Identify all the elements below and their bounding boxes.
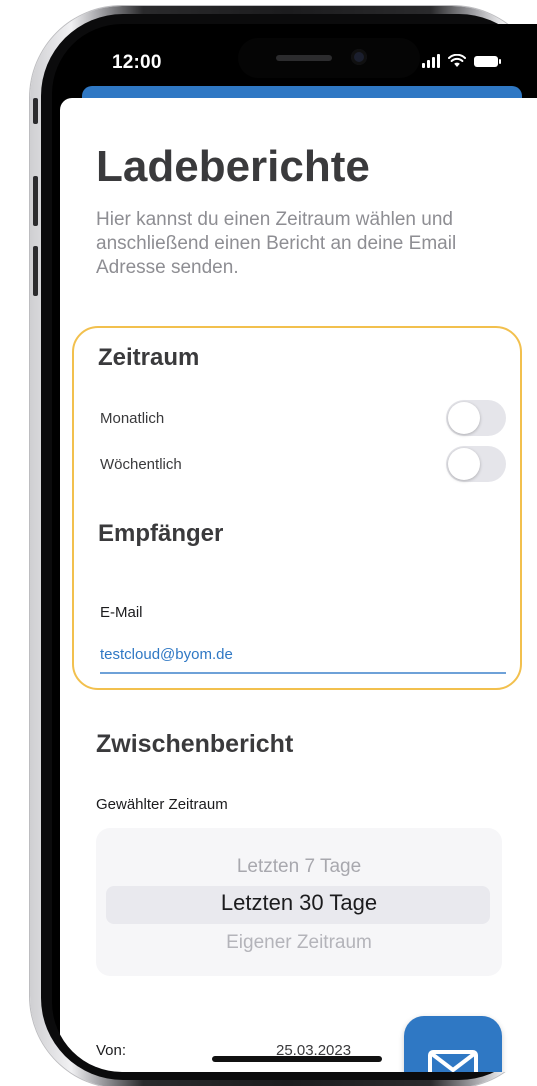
report-sheet: Ladeberichte Hier kannst du einen Zeitra… <box>60 98 537 1072</box>
weekly-label: Wöchentlich <box>100 456 182 473</box>
home-indicator[interactable] <box>212 1056 382 1062</box>
speaker-slot <box>276 55 332 61</box>
email-field[interactable]: testcloud@byom.de <box>100 646 233 663</box>
status-icons <box>422 54 501 68</box>
monthly-label: Monatlich <box>100 410 165 427</box>
selected-period-label: Gewählter Zeitraum <box>96 796 228 813</box>
cellular-signal-icon <box>422 54 440 68</box>
battery-icon <box>474 55 501 67</box>
wifi-icon <box>448 54 466 67</box>
canvas: 12:00 Ladeberichte Hier kannst du einen … <box>0 0 537 1086</box>
page-subtitle: Hier kannst du einen Zeitraum wählen und… <box>96 209 457 278</box>
report-config-card: Zeitraum Monatlich Wöchentlich Empfänger… <box>72 326 522 690</box>
recipient-section-title: Empfänger <box>98 520 224 547</box>
interim-report-title: Zwischenbericht <box>96 730 294 758</box>
weekly-toggle[interactable] <box>446 446 506 482</box>
volume-up-button <box>33 176 38 226</box>
picker-option-7-days[interactable]: Letzten 7 Tage <box>96 856 502 878</box>
monthly-toggle[interactable] <box>446 400 506 436</box>
from-label: Von: <box>96 1042 127 1059</box>
toggle-knob <box>448 402 480 434</box>
picker-option-custom[interactable]: Eigener Zeitraum <box>96 932 502 954</box>
toggle-knob <box>448 448 480 480</box>
email-field-underline <box>100 672 506 674</box>
email-label: E-Mail <box>100 604 143 621</box>
mute-switch <box>33 98 38 124</box>
period-picker[interactable]: Letzten 7 Tage Letzten 30 Tage Eigener Z… <box>96 828 502 976</box>
volume-down-button <box>33 246 38 296</box>
period-section-title: Zeitraum <box>98 344 200 371</box>
picker-option-30-days[interactable]: Letzten 30 Tage <box>96 890 502 916</box>
page-title: Ladeberichte <box>96 142 370 191</box>
send-report-button[interactable] <box>404 1016 502 1072</box>
phone-screen: 12:00 Ladeberichte Hier kannst du einen … <box>52 24 537 1072</box>
front-camera <box>351 49 367 65</box>
status-time: 12:00 <box>112 52 162 73</box>
mail-icon <box>428 1050 478 1072</box>
dynamic-island <box>238 38 420 78</box>
